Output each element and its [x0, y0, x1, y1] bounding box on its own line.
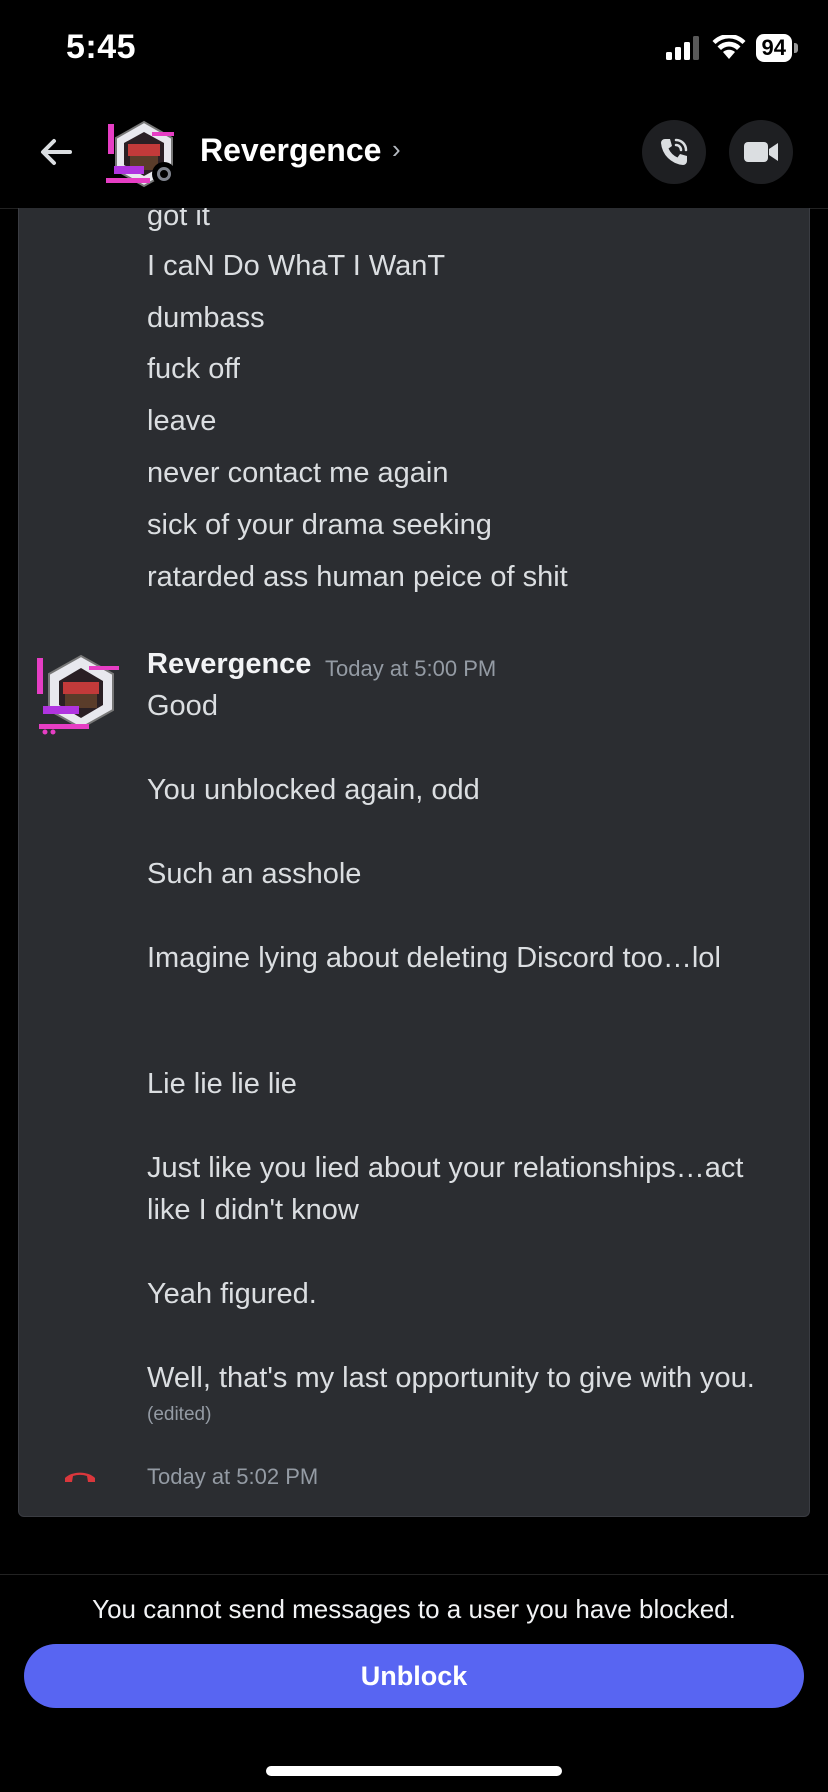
message-text: leave [147, 405, 217, 437]
message-text: fuck off [147, 353, 240, 385]
status-bar: 5:45 94 [0, 0, 828, 100]
message-author[interactable]: Revergence [147, 648, 311, 681]
unblock-button[interactable]: Unblock [24, 1644, 804, 1708]
home-indicator[interactable] [266, 1766, 562, 1776]
message-text: got it [147, 208, 210, 232]
blocked-notice: You cannot send messages to a user you h… [92, 1594, 736, 1624]
cellular-signal-icon [665, 36, 699, 60]
message-text: ratarded ass human peice of shit [147, 561, 568, 593]
battery-tip [794, 43, 798, 53]
chevron-right-icon[interactable]: › [392, 134, 401, 165]
message-text: sick of your drama seeking [147, 509, 492, 541]
channel-title[interactable]: Revergence [200, 132, 381, 169]
message-text: Imagine lying about deleting Discord too… [147, 942, 721, 974]
edited-label: (edited) [147, 1404, 212, 1425]
message-text: never contact me again [147, 457, 449, 489]
message-list[interactable]: got it I caN Do WhaT I WanT dumbass fuck… [18, 208, 810, 1517]
message-text: like I didn't know [147, 1194, 359, 1226]
wifi-icon [712, 35, 746, 59]
message-text: Lie lie lie lie [147, 1068, 297, 1100]
message-text: dumbass [147, 302, 265, 334]
message-text: Yeah figured. [147, 1278, 317, 1310]
battery-level: 94 [755, 34, 792, 62]
voice-call-button[interactable] [642, 120, 706, 184]
offline-status-icon [152, 162, 176, 186]
video-call-button[interactable] [729, 120, 793, 184]
message-text: I caN Do WhaT I WanT [147, 250, 446, 282]
message-text: Good [147, 690, 218, 722]
video-camera-icon [744, 142, 778, 162]
arrow-left-icon[interactable] [34, 130, 78, 174]
message-text: Well, that's my last opportunity to give… [147, 1362, 755, 1394]
phone-hangup-icon [65, 1472, 95, 1482]
status-indicators: 94 [665, 34, 798, 62]
chat-header: Revergence › [0, 100, 828, 209]
call-event-timestamp: Today at 5:02 PM [147, 1464, 319, 1489]
message-text: Just like you lied about your relationsh… [147, 1152, 744, 1184]
battery-indicator: 94 [755, 34, 798, 62]
author-avatar[interactable] [35, 654, 131, 736]
message-text: Such an asshole [147, 858, 362, 890]
status-time: 5:45 [66, 28, 137, 66]
message-text: You unblocked again, odd [147, 774, 480, 806]
message-timestamp: Today at 5:00 PM [325, 656, 497, 681]
footer-divider [0, 1574, 828, 1575]
phone-icon [661, 138, 688, 165]
